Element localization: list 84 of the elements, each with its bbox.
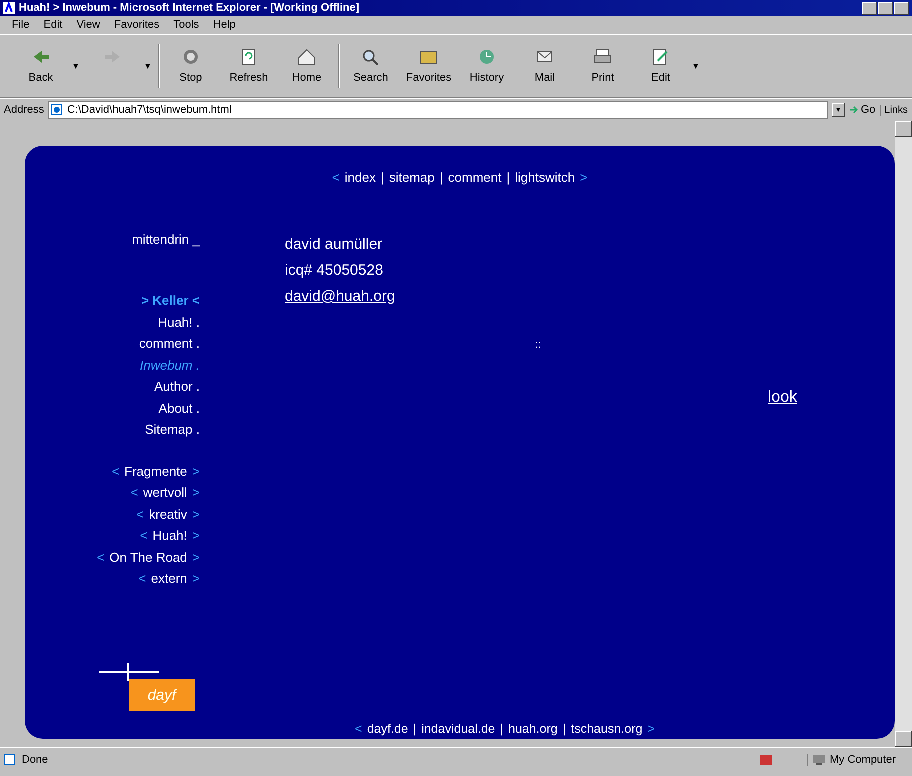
footer-link[interactable]: huah.org xyxy=(508,722,558,736)
nav-link[interactable]: lightswitch xyxy=(515,170,576,185)
email-link[interactable]: david@huah.org xyxy=(285,284,895,310)
separator-text: | xyxy=(440,170,444,185)
menu-item[interactable]: File xyxy=(12,19,30,31)
menu-item[interactable]: Help xyxy=(213,19,236,31)
toolbar-button[interactable]: Stop xyxy=(164,47,218,85)
dropdown-arrow[interactable]: ▼ xyxy=(72,62,82,70)
sidebar-link[interactable]: Inwebum . xyxy=(140,354,200,376)
toolbar-button[interactable]: Mail xyxy=(518,47,572,85)
go-button[interactable]: Go xyxy=(848,104,876,116)
section-link[interactable]: wertvoll xyxy=(143,482,188,504)
nav-link[interactable]: sitemap xyxy=(389,170,435,185)
arrow-icon xyxy=(848,105,859,115)
bracket-text: > xyxy=(192,548,200,566)
bracket-text: > xyxy=(192,570,200,588)
sidebar-link[interactable]: Sitemap . xyxy=(145,419,200,440)
zone-text: My Computer xyxy=(830,754,896,766)
separator-text: | xyxy=(562,722,566,736)
bracket-text: > xyxy=(192,506,200,524)
address-label: Address xyxy=(4,104,44,116)
footer-link[interactable]: tschausn.org xyxy=(571,722,643,736)
author-name: david aumüller xyxy=(285,235,384,255)
browser-icon xyxy=(3,2,15,14)
toolbar-button[interactable]: Refresh xyxy=(222,47,276,85)
bracket-text: < xyxy=(140,527,148,545)
sidebar-link[interactable]: About . xyxy=(158,398,200,419)
bracket-text: < xyxy=(112,462,120,480)
menu-item[interactable]: Edit xyxy=(44,19,63,31)
menu-item[interactable]: Favorites xyxy=(114,19,160,31)
bracket-text: < xyxy=(138,570,146,588)
separator-text: | xyxy=(500,722,504,736)
bracket-text: > xyxy=(648,722,655,736)
separator-text: | xyxy=(380,170,384,185)
section-link[interactable]: Huah! xyxy=(152,525,188,546)
bracket-text: < xyxy=(136,506,144,524)
nav-link[interactable]: index xyxy=(344,170,376,185)
menu-item[interactable]: View xyxy=(76,19,100,31)
section-link[interactable]: Fragmente xyxy=(124,460,188,482)
bracket-text: < xyxy=(355,722,362,736)
close-button[interactable] xyxy=(894,2,909,14)
status-text: Done xyxy=(22,754,50,766)
section-link[interactable]: kreativ xyxy=(149,504,188,525)
section-link[interactable]: extern xyxy=(151,568,188,590)
bracket-text: < xyxy=(97,548,105,566)
marker-text: :: xyxy=(535,338,542,353)
bracket-text: < xyxy=(332,170,340,185)
bracket-text: > xyxy=(192,484,200,502)
page-icon xyxy=(51,104,64,116)
footer-link[interactable]: dayf.de xyxy=(367,722,408,736)
section-link[interactable]: On The Road xyxy=(110,546,188,568)
toolbar-button[interactable]: Search xyxy=(344,47,398,85)
toolbar-button[interactable]: Back xyxy=(14,47,68,85)
sidebar-heading[interactable]: > Keller < xyxy=(141,290,200,312)
computer-icon xyxy=(812,754,826,766)
window-title: Huah! > Inwebum - Microsoft Internet Explorer - [Working Offline] xyxy=(19,2,361,14)
toolbar-button[interactable]: History xyxy=(460,47,514,85)
toolbar-button[interactable]: Favorites xyxy=(402,47,456,85)
sidebar-link[interactable]: Author . xyxy=(154,376,200,398)
scrollbar[interactable] xyxy=(895,121,912,747)
page-icon xyxy=(4,754,18,766)
icq-number: icq# 45050528 xyxy=(285,261,384,281)
home-icon xyxy=(296,47,318,67)
sidebar-link[interactable]: Huah! . xyxy=(158,312,200,333)
toolbar-button[interactable]: Home xyxy=(280,47,334,85)
toolbar-button[interactable]: Edit xyxy=(634,47,688,85)
menu-item[interactable]: Tools xyxy=(174,19,200,31)
bracket-text: < xyxy=(130,484,138,502)
sidebar-link[interactable]: comment . xyxy=(139,333,200,354)
toolbar-button[interactable]: Print xyxy=(576,47,630,85)
bracket-text: > xyxy=(580,170,588,185)
separator-text: | xyxy=(506,170,510,185)
maximize-button[interactable] xyxy=(878,2,893,14)
separator-text: | xyxy=(413,722,417,736)
nav-link[interactable]: comment xyxy=(448,170,502,185)
look-link[interactable]: look xyxy=(768,385,798,411)
minimize-button[interactable] xyxy=(862,2,877,14)
footer-link[interactable]: indavidual.de xyxy=(422,722,496,736)
bracket-text: > xyxy=(192,527,200,545)
dropdown-arrow[interactable]: ▼ xyxy=(692,62,702,70)
bracket-text: > xyxy=(192,462,200,480)
sidebar-title: mittendrin _ xyxy=(132,232,200,247)
address-field[interactable]: C:\David\huah7\tsq\inwebum.html xyxy=(48,101,828,119)
links-button[interactable]: Links xyxy=(880,104,908,116)
